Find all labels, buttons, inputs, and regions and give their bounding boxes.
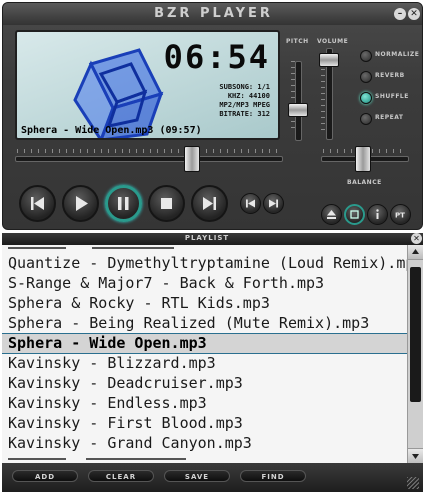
repeat-label: REPEAT	[375, 114, 404, 121]
pause-button[interactable]	[105, 185, 142, 222]
lcd-display: 06:54 SUBSONG: 1/1 KHZ: 44100 MP2/MP3 MP…	[15, 30, 280, 140]
now-playing-text: Sphera - Wide Open.mp3 (09:57)	[21, 125, 202, 136]
playlist-scrollbar[interactable]	[407, 245, 423, 464]
chevron-up-icon	[412, 249, 419, 254]
stop-icon	[161, 198, 172, 209]
subsong-text: SUBSONG: 1/1	[219, 83, 270, 91]
volume-slider-knob[interactable]	[319, 53, 339, 67]
clear-button[interactable]: CLEAR	[88, 470, 154, 482]
time-display: 06:54	[163, 38, 270, 76]
find-button[interactable]: FIND	[240, 470, 306, 482]
balance-label: BALANCE	[347, 179, 382, 186]
playlist-item-selected[interactable]: Sphera - Wide Open.mp3	[2, 333, 407, 354]
close-button[interactable]: ✕	[408, 8, 420, 20]
info-icon	[376, 209, 379, 219]
stop-button[interactable]	[148, 185, 185, 222]
play-icon	[76, 196, 88, 211]
repeat-led[interactable]	[360, 113, 372, 125]
samplerate-text: KHZ: 44100	[227, 92, 270, 100]
option-normalize[interactable]: NORMALIZE	[360, 50, 422, 62]
playlist[interactable]: Quantize - Dymethyltryptamine (Loud Remi…	[2, 245, 407, 463]
shuffle-label: SHUFFLE	[375, 93, 409, 100]
chevron-down-icon	[412, 454, 419, 459]
pitch-label: PITCH	[286, 38, 309, 45]
previous-button[interactable]	[19, 185, 56, 222]
playlist-item[interactable]: Kavinsky - Deadcruiser.mp3	[8, 373, 407, 393]
minimize-icon: –	[397, 9, 403, 19]
eject-button[interactable]	[321, 204, 342, 225]
pitch-slider-track[interactable]	[295, 61, 302, 141]
reverb-label: REVERB	[375, 72, 405, 79]
shuffle-led[interactable]	[360, 92, 372, 104]
pt-icon: PT	[395, 212, 405, 220]
playlist-header: PLAYLIST ✕	[2, 233, 423, 245]
option-reverb[interactable]: REVERB	[360, 71, 422, 83]
skip-back-icon	[246, 199, 255, 208]
volume-label: VOLUME	[317, 38, 349, 45]
playlist-item[interactable]: Kavinsky - First Blood.mp3	[8, 413, 407, 433]
option-shuffle[interactable]: SHUFFLE	[360, 92, 422, 104]
volume-ticks	[321, 63, 325, 133]
title-bar[interactable]: BZR PLAYER – ✕	[3, 3, 422, 25]
list-icon	[350, 210, 359, 219]
eject-icon	[327, 210, 336, 219]
playlist-item[interactable]: S-Range & Major7 - Back & Forth.mp3	[8, 273, 407, 293]
clipped-row-bottom[interactable]	[2, 455, 407, 463]
scroll-thumb[interactable]	[410, 267, 421, 402]
pitch-slider-knob[interactable]	[288, 103, 308, 117]
settings-button[interactable]: PT	[390, 204, 411, 225]
playlist-item[interactable]: Sphera - Being Realized (Mute Remix).mp3	[8, 313, 407, 333]
playlist-close-button[interactable]: ✕	[411, 233, 422, 244]
close-icon: ✕	[410, 9, 418, 19]
playlist-item[interactable]: Kavinsky - Grand Canyon.mp3	[8, 433, 407, 453]
option-repeat[interactable]: REPEAT	[360, 113, 422, 125]
info-button[interactable]	[367, 204, 388, 225]
playlist-item[interactable]: Quantize - Dymethyltryptamine (Loud Remi…	[8, 253, 407, 273]
normalize-led[interactable]	[360, 50, 372, 62]
previous-icon	[31, 197, 44, 210]
selected-item-label: Sphera - Wide Open.mp3	[8, 334, 207, 352]
seek-bar-knob[interactable]	[184, 146, 200, 172]
add-button[interactable]: ADD	[12, 470, 78, 482]
balance-slider-knob[interactable]	[355, 146, 371, 172]
playlist-title: PLAYLIST	[184, 234, 230, 242]
playlist-footer: ADD CLEAR SAVE FIND	[2, 463, 423, 492]
resize-grip[interactable]	[407, 477, 419, 489]
skip-forward-icon	[269, 199, 278, 208]
playlist-item[interactable]: Sphera & Rocky - RTL Kids.mp3	[8, 293, 407, 313]
normalize-label: NORMALIZE	[375, 51, 420, 58]
pause-icon	[118, 197, 129, 210]
scroll-down-button[interactable]	[408, 448, 423, 464]
format-text: MP2/MP3 MPEG	[219, 101, 270, 109]
close-icon: ✕	[413, 234, 420, 243]
svg-text:PT: PT	[395, 212, 405, 220]
app-title: BZR PLAYER	[154, 6, 273, 21]
reverb-led[interactable]	[360, 71, 372, 83]
next-subsong-button[interactable]	[263, 193, 284, 214]
playlist-toggle-button[interactable]	[344, 204, 365, 225]
player-window: BZR PLAYER – ✕ 06:54 SUBSONG: 1/1 KHZ: 4…	[2, 2, 423, 230]
next-icon	[203, 197, 216, 210]
minimize-button[interactable]: –	[394, 8, 406, 20]
previous-subsong-button[interactable]	[240, 193, 261, 214]
next-button[interactable]	[191, 185, 228, 222]
seek-ticks	[17, 149, 277, 153]
playlist-item[interactable]: Kavinsky - Endless.mp3	[8, 393, 407, 413]
bitrate-text: BITRATE: 312	[219, 110, 270, 118]
playlist-item[interactable]: Kavinsky - Blizzard.mp3	[8, 353, 407, 373]
seek-bar-track[interactable]	[15, 156, 283, 162]
scroll-up-button[interactable]	[408, 245, 423, 260]
save-button[interactable]: SAVE	[164, 470, 230, 482]
play-button[interactable]	[62, 185, 99, 222]
